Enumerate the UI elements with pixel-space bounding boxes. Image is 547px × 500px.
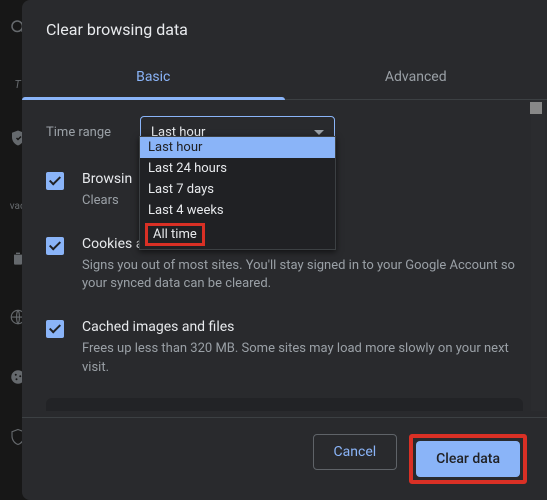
option-all-time[interactable]: All time bbox=[145, 223, 205, 246]
dialog-body: Time range Last hour Last hour Last 24 h… bbox=[22, 100, 547, 411]
time-range-label: Time range bbox=[46, 125, 124, 140]
google-account-info: G Search history and other forms of acti… bbox=[46, 398, 523, 411]
clear-browsing-data-dialog: Clear browsing data Basic Advanced Time … bbox=[22, 0, 547, 500]
item-desc: Clears bbox=[82, 192, 132, 211]
item-title: Browsin bbox=[82, 170, 132, 189]
text-icon: T bbox=[14, 78, 20, 91]
item-cache: Cached images and files Frees up less th… bbox=[46, 308, 523, 392]
dialog-title: Clear browsing data bbox=[22, 0, 547, 57]
checkbox-cache[interactable] bbox=[46, 320, 64, 338]
tab-bar: Basic Advanced bbox=[22, 57, 547, 100]
caret-down-icon bbox=[314, 130, 324, 135]
time-range-dropdown: Last hour Last 24 hours Last 7 days Last… bbox=[139, 136, 336, 250]
tab-advanced[interactable]: Advanced bbox=[285, 57, 547, 99]
option-last-24-hours[interactable]: Last 24 hours bbox=[140, 158, 335, 179]
item-title: Cached images and files bbox=[82, 318, 523, 337]
cancel-button[interactable]: Cancel bbox=[313, 434, 398, 470]
option-last-hour[interactable]: Last hour bbox=[140, 137, 335, 158]
dialog-footer: Cancel Clear data bbox=[22, 418, 547, 500]
clear-data-button[interactable]: Clear data bbox=[416, 441, 520, 477]
scrollbar-thumb[interactable] bbox=[530, 102, 542, 114]
item-desc: Frees up less than 320 MB. Some sites ma… bbox=[82, 340, 523, 378]
checkbox-browsing-history[interactable] bbox=[46, 172, 64, 190]
tab-basic[interactable]: Basic bbox=[22, 57, 285, 99]
item-desc: Signs you out of most sites. You'll stay… bbox=[82, 257, 523, 295]
scrollbar-track[interactable] bbox=[531, 100, 545, 411]
checkbox-cookies[interactable] bbox=[46, 237, 64, 255]
highlight-box: Clear data bbox=[409, 434, 527, 484]
option-last-4-weeks[interactable]: Last 4 weeks bbox=[140, 200, 335, 221]
option-last-7-days[interactable]: Last 7 days bbox=[140, 179, 335, 200]
